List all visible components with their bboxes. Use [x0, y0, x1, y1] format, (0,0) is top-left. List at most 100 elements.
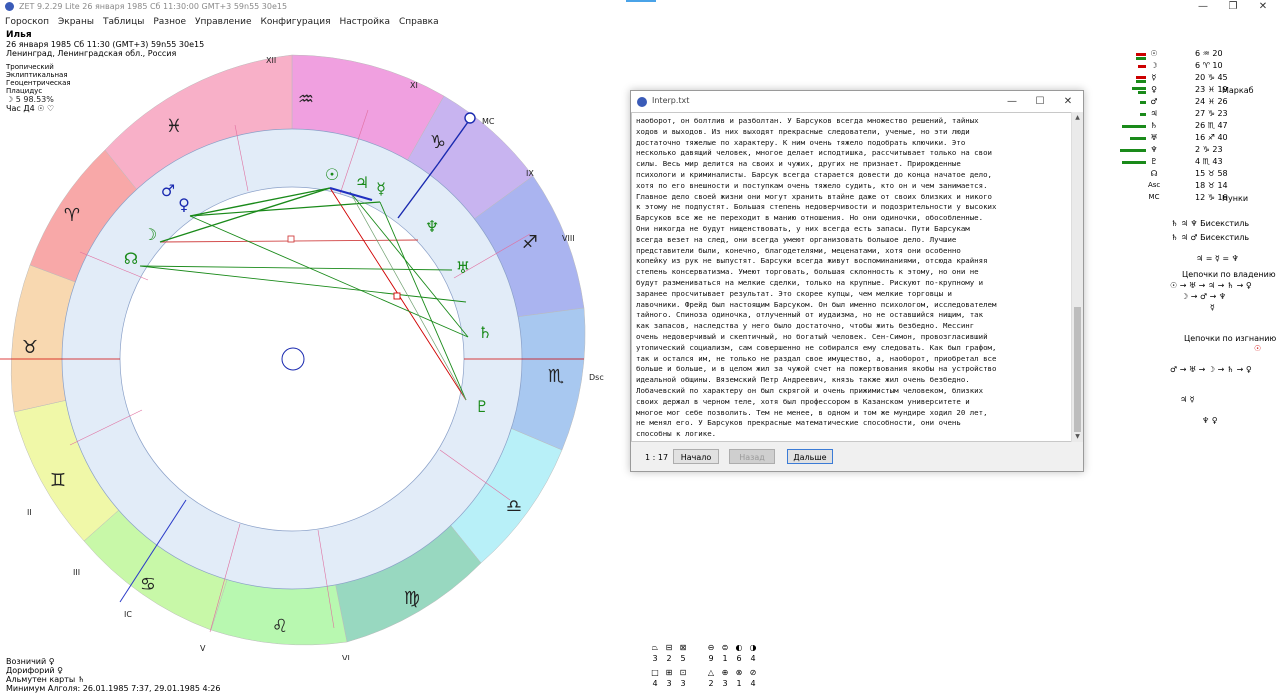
strength-bar [1136, 80, 1146, 83]
interp-close-button[interactable]: ✕ [1055, 94, 1081, 110]
maximize-button[interactable]: ❐ [1218, 0, 1248, 14]
grid-icon: □ [651, 668, 659, 677]
pluto-icon: ♇ [1150, 157, 1158, 166]
window-title: ZET 9.2.29 Lite 26 января 1985 Сб 11:30:… [19, 2, 288, 11]
close-button[interactable]: ✕ [1248, 0, 1278, 14]
jupiter-icon: ♃ [355, 173, 369, 192]
app-icon [5, 2, 14, 11]
uranus-icon: ♅ [456, 258, 470, 277]
mc-marker[interactable] [464, 112, 476, 124]
chains-exile-line2: ♃ ☿ [1180, 395, 1195, 404]
planet-row[interactable]: Asc 18 ♉ 14 [1118, 181, 1258, 192]
mars-icon: ♂ [161, 181, 175, 200]
jupiter-icon: ♃ [1150, 109, 1158, 118]
app-titlebar: ZET 9.2.29 Lite 26 января 1985 Сб 11:30:… [0, 0, 1280, 14]
interp-minimize-button[interactable]: — [999, 94, 1025, 110]
planet-row[interactable]: ☉ 6 ♒ 20 [1118, 49, 1258, 60]
chains-owner-line3: ☿ [1210, 303, 1215, 312]
grid-icon: △ [707, 668, 715, 677]
chains-exile-line1: ♂ → ♅ → ☽ → ♄ → ♀ [1170, 365, 1252, 374]
menu-item-tables[interactable]: Таблицы [103, 15, 144, 29]
strength-bar [1138, 65, 1146, 68]
planet-row[interactable]: ♅ 16 ♐ 40 [1118, 133, 1258, 144]
grid-count: 3 [680, 679, 686, 688]
start-button[interactable]: Начало [673, 449, 719, 464]
aries-icon: ♈ [64, 205, 80, 226]
back-button[interactable]: Назад [729, 449, 775, 464]
venus-icon: ♀ [1151, 85, 1157, 94]
interp-title: Interp.txt [652, 96, 690, 105]
chains-owner-line2: ☽ → ♂ → ♆ [1181, 292, 1227, 301]
scroll-down-icon[interactable]: ▼ [1072, 433, 1083, 440]
minimize-button[interactable]: — [1188, 0, 1218, 14]
grid-icon: ⊟ [665, 643, 673, 652]
sun-icon: ☉ [1150, 49, 1158, 58]
house-label-3: III [73, 568, 80, 577]
gemini-icon: ♊ [50, 470, 66, 491]
biquintile-2: ♄ ♃ ♂ Бисекстиль [1171, 233, 1250, 242]
strength-bar [1140, 113, 1146, 116]
cancer-icon: ♋ [140, 574, 156, 595]
mercury-icon: ☿ [376, 179, 386, 198]
virgo-icon: ♍ [404, 588, 420, 609]
scroll-up-icon[interactable]: ▲ [1072, 114, 1083, 121]
neptune-icon: ♆ [1150, 145, 1158, 154]
house-label-11: XI [410, 81, 418, 90]
interp-titlebar[interactable]: Interp.txt — ☐ ✕ [631, 91, 1083, 112]
menu-item-screens[interactable]: Экраны [58, 15, 94, 29]
menu-item-settings[interactable]: Настройка [339, 15, 390, 29]
planet-row[interactable]: ♆ 2 ♑ 23 [1118, 145, 1258, 156]
scroll-thumb[interactable] [1074, 307, 1081, 432]
chains-exile-title: Цепочки по изгнанию [1184, 334, 1277, 343]
menu-item-help[interactable]: Справка [399, 15, 439, 29]
mercury-icon: ☿ [1151, 73, 1157, 82]
chains-exile-mark: ☉ [1254, 344, 1262, 353]
almuten-line: Альмутен карты ♄ [6, 675, 85, 684]
planet-row[interactable]: ☿ 20 ♑ 45 [1118, 73, 1258, 84]
planet-row[interactable]: ♇ 4 ♏ 43 [1118, 157, 1258, 168]
page-counter: 1 : 17 [645, 453, 669, 462]
mc-label: MC [1148, 193, 1160, 201]
libra-icon: ♎ [506, 496, 522, 517]
node-icon: ☊ [1150, 169, 1158, 178]
house-label-9: IX [526, 169, 534, 178]
planet-row[interactable]: ☽ 6 ♈ 10 [1118, 61, 1258, 72]
next-button[interactable]: Дальше [787, 449, 833, 464]
menu-item-control[interactable]: Управление [195, 15, 251, 29]
strength-bar [1122, 161, 1146, 164]
menu-item-horoscope[interactable]: Гороскоп [5, 15, 49, 29]
grid-count: 2 [708, 679, 714, 688]
interp-scrollbar[interactable]: ▲ ▼ [1071, 112, 1083, 442]
grid-count: 3 [722, 679, 728, 688]
grid-count: 4 [652, 679, 658, 688]
natal-chart-wheel[interactable]: XII XI MC IX VIII Dsc VI V IC III II ♒ ♑… [0, 30, 620, 660]
sun-icon: ☉ [325, 165, 339, 184]
interp-app-icon [637, 97, 647, 107]
strength-bar [1132, 87, 1146, 90]
planet-row[interactable]: ☊ 15 ♉ 58 [1118, 169, 1258, 180]
interp-window[interactable]: Interp.txt — ☐ ✕ наоборот, он болтлив и … [630, 90, 1084, 472]
strength-bar [1136, 53, 1146, 56]
uranus-icon: ♅ [1150, 133, 1158, 142]
planet-row[interactable]: ♄ 26 ♏ 47 [1118, 121, 1258, 132]
planet-row[interactable]: ♃ 27 ♑ 23 [1118, 109, 1258, 120]
planet-row[interactable]: ♂ 24 ♓ 26 [1118, 97, 1258, 108]
grid-count: 5 [680, 654, 686, 663]
scorpio-icon: ♏ [548, 366, 564, 387]
grid-count: 4 [750, 654, 756, 663]
house-label-mc: MC [482, 117, 495, 126]
grid-count: 1 [736, 679, 742, 688]
moon-icon: ☽ [143, 225, 157, 244]
moon-icon: ☽ [1150, 61, 1158, 70]
strength-bar [1122, 125, 1146, 128]
grid-count: 2 [666, 654, 672, 663]
strength-bar [1136, 76, 1146, 79]
pluto-icon: ♇ [475, 397, 489, 416]
grid-icon: ⊗ [735, 668, 743, 677]
interp-text[interactable]: наоборот, он болтлив и разболтан. У Барс… [631, 112, 1072, 442]
triple-equation: ♃ = ☿ = ♆ [1196, 254, 1239, 263]
menu-item-misc[interactable]: Разное [153, 15, 186, 29]
interp-maximize-button[interactable]: ☐ [1027, 94, 1053, 110]
grid-icon: ◑ [749, 643, 757, 652]
menu-item-config[interactable]: Конфигурация [260, 15, 330, 29]
